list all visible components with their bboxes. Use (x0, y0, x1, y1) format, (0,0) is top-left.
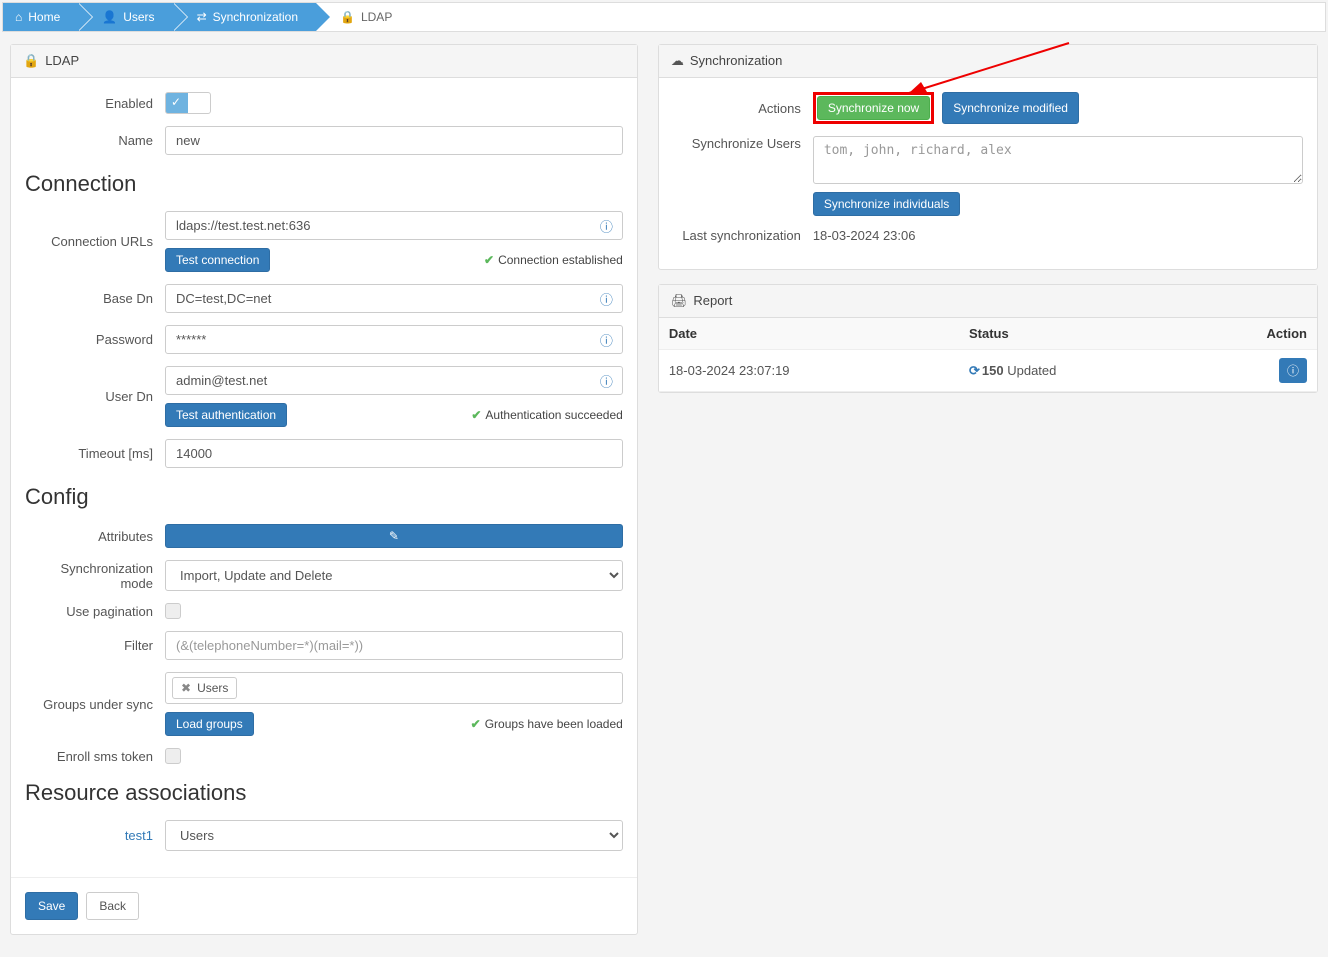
pagination-checkbox[interactable] (165, 603, 181, 619)
timeout-input[interactable] (165, 439, 623, 468)
test-connection-button[interactable]: Test connection (165, 248, 270, 272)
sync-icon: ⇄ (197, 10, 207, 24)
info-icon[interactable]: ⓘ (600, 330, 613, 349)
info-icon[interactable]: ⓘ (600, 289, 613, 308)
last-sync-label: Last synchronization (673, 228, 813, 243)
filter-input[interactable] (165, 631, 623, 660)
user-dn-input[interactable] (165, 366, 623, 395)
last-sync-value: 18-03-2024 23:06 (813, 228, 1303, 243)
enroll-sms-checkbox[interactable] (165, 748, 181, 764)
enroll-sms-label: Enroll sms token (25, 749, 165, 764)
sync-mode-label: Synchronization mode (25, 561, 165, 591)
groups-label: Groups under sync (25, 697, 165, 712)
group-tag[interactable]: ✖Users (172, 677, 237, 699)
report-table: Date Status Action 18-03-2024 23:07:19 ⟳… (659, 318, 1317, 392)
auth-status: ✔Authentication succeeded (471, 408, 623, 422)
password-label: Password (25, 332, 165, 347)
attributes-label: Attributes (25, 529, 165, 544)
enabled-label: Enabled (25, 96, 165, 111)
connection-status: ✔Connection established (484, 253, 623, 267)
cloud-icon: ☁ (671, 53, 684, 68)
cell-status: ⟳150 Updated (959, 350, 1188, 392)
breadcrumb-home[interactable]: ⌂Home (3, 3, 78, 31)
resource-select[interactable]: Users (165, 820, 623, 851)
actions-label: Actions (673, 101, 813, 116)
sync-users-label: Synchronize Users (673, 136, 813, 151)
conn-urls-input[interactable] (165, 211, 623, 240)
save-button[interactable]: Save (25, 892, 78, 920)
sync-panel-heading: ☁Synchronization (659, 45, 1317, 78)
highlight-annotation: Synchronize now (813, 92, 934, 124)
test-auth-button[interactable]: Test authentication (165, 403, 287, 427)
conn-urls-label: Connection URLs (25, 234, 165, 249)
timeout-label: Timeout [ms] (25, 446, 165, 461)
print-icon: 🖨 (671, 293, 688, 308)
check-icon: ✔ (471, 408, 481, 422)
sync-mode-select[interactable]: Import, Update and Delete (165, 560, 623, 591)
report-panel-heading: 🖨Report (659, 285, 1317, 318)
filter-label: Filter (25, 638, 165, 653)
cell-date: 18-03-2024 23:07:19 (659, 350, 959, 392)
enabled-toggle[interactable]: ✓ (165, 92, 211, 114)
resource-header: Resource associations (25, 780, 623, 806)
name-input[interactable] (165, 126, 623, 155)
breadcrumb-synchronization[interactable]: ⇄Synchronization (173, 3, 316, 31)
pagination-label: Use pagination (25, 604, 165, 619)
cell-action: ⓘ (1188, 350, 1317, 392)
lock-icon: 🔒 (23, 53, 39, 68)
user-icon: 👤 (102, 10, 117, 24)
info-icon[interactable]: ⓘ (600, 371, 613, 390)
sync-users-textarea[interactable] (813, 136, 1303, 184)
resource-link[interactable]: test1 (25, 828, 165, 843)
check-icon: ✔ (484, 253, 494, 267)
breadcrumb: ⌂Home 👤Users ⇄Synchronization 🔒LDAP (2, 2, 1326, 32)
home-icon: ⌂ (15, 10, 22, 24)
sync-now-button[interactable]: Synchronize now (817, 96, 930, 120)
info-icon[interactable]: ⓘ (600, 216, 613, 235)
check-icon: ✔ (471, 717, 481, 731)
base-dn-input[interactable] (165, 284, 623, 313)
report-panel: 🖨Report Date Status Action 18-03-2024 23… (658, 284, 1318, 393)
remove-icon[interactable]: ✖ (181, 681, 191, 695)
sync-panel: ☁Synchronization Actions Synchronize now… (658, 44, 1318, 270)
attributes-edit-button[interactable]: ✎ (165, 524, 623, 548)
col-status: Status (959, 318, 1188, 350)
lock-icon: 🔒 (340, 10, 355, 24)
groups-tag-input[interactable]: ✖Users (165, 672, 623, 704)
base-dn-label: Base Dn (25, 291, 165, 306)
ldap-panel: 🔒LDAP Enabled ✓ Name Connection Connecti… (10, 44, 638, 935)
user-dn-label: User Dn (25, 389, 165, 404)
info-button[interactable]: ⓘ (1279, 358, 1307, 383)
back-button[interactable]: Back (86, 892, 139, 920)
name-label: Name (25, 133, 165, 148)
load-groups-button[interactable]: Load groups (165, 712, 254, 736)
refresh-icon: ⟳ (969, 363, 980, 378)
connection-header: Connection (25, 171, 623, 197)
col-date: Date (659, 318, 959, 350)
password-input[interactable] (165, 325, 623, 354)
col-action: Action (1188, 318, 1317, 350)
sync-modified-button[interactable]: Synchronize modified (942, 92, 1079, 124)
ldap-panel-heading: 🔒LDAP (11, 45, 637, 78)
sync-individuals-button[interactable]: Synchronize individuals (813, 192, 960, 216)
config-header: Config (25, 484, 623, 510)
groups-status: ✔Groups have been loaded (471, 717, 623, 731)
edit-icon: ✎ (389, 529, 399, 543)
table-row: 18-03-2024 23:07:19 ⟳150 Updated ⓘ (659, 350, 1317, 392)
